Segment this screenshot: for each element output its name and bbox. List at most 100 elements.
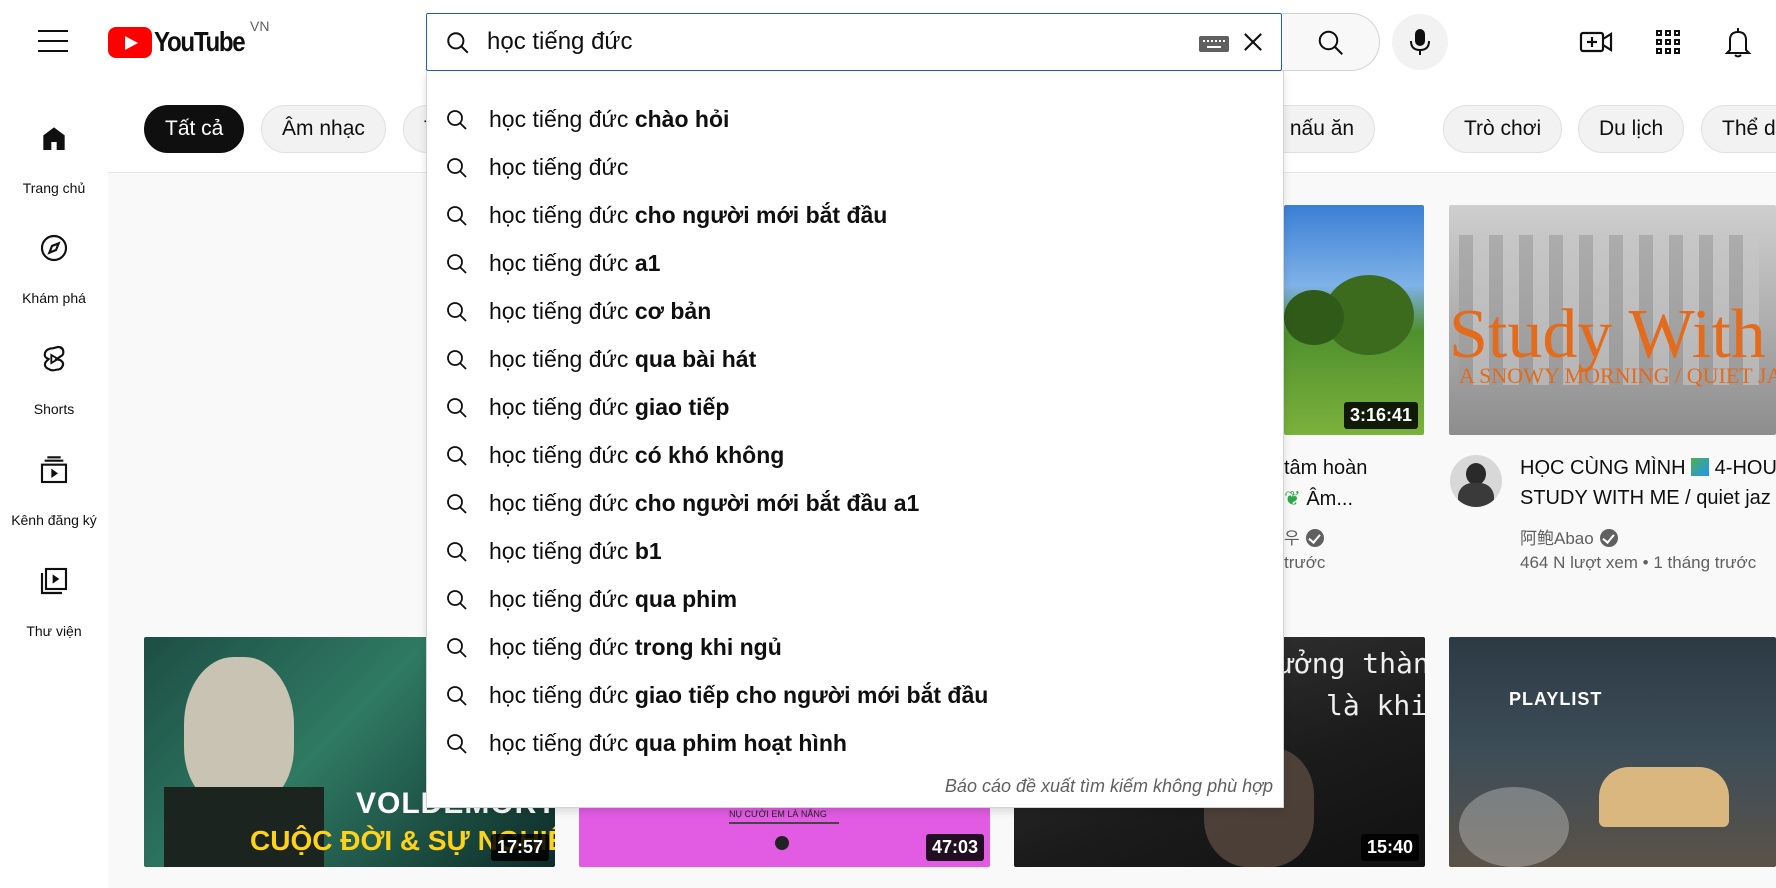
report-suggestions-link[interactable]: Báo cáo đề xuất tìm kiếm không phù hợp: [945, 776, 1273, 797]
suggestion-prefix: học tiếng đức: [489, 298, 629, 324]
suggestion-text: học tiếng đức a1: [489, 250, 660, 277]
chip-all[interactable]: Tất cả: [144, 105, 245, 153]
video-title[interactable]: ❦ Âm...: [1284, 484, 1424, 514]
leaf-icon: ❦: [1284, 488, 1307, 510]
region-code: VN: [250, 18, 270, 34]
suggestion-completion: qua phim hoạt hình: [628, 730, 847, 756]
search-icon: [447, 206, 467, 226]
video-meta: trước: [1284, 553, 1326, 572]
suggestion-item[interactable]: học tiếng đức qua bài hát: [427, 335, 1283, 383]
chip-travel[interactable]: Du lịch: [1578, 105, 1685, 153]
thumbnail-subtitle: A SNOWY MORNING / QUIET JAZZ: [1459, 363, 1776, 388]
menu-icon[interactable]: [38, 30, 68, 54]
suggestion-item[interactable]: học tiếng đức cho người mới bắt đầu a1: [427, 479, 1283, 527]
notifications-bell-icon[interactable]: [1720, 24, 1756, 60]
suggestion-prefix: học tiếng đức: [489, 154, 629, 180]
search-box[interactable]: [426, 13, 1282, 71]
channel-name[interactable]: 우: [1284, 524, 1324, 549]
library-icon: [40, 567, 68, 595]
channel-avatar[interactable]: [1450, 455, 1502, 507]
video-meta: 464 N lượt xem • 1 tháng trước: [1520, 553, 1757, 572]
suggestion-prefix: học tiếng đức: [489, 586, 629, 612]
video-title[interactable]: tâm hoàn: [1284, 453, 1424, 483]
apps-grid-icon[interactable]: [1650, 24, 1686, 60]
suggestion-text: học tiếng đức chào hỏi: [489, 106, 729, 133]
search-icon: [447, 542, 467, 562]
suggestion-prefix: học tiếng đức: [489, 250, 629, 276]
sidebar-item-label: Kênh đăng ký: [11, 512, 97, 528]
sidebar-item-home[interactable]: Trang chủ: [0, 106, 108, 206]
youtube-play-icon: [108, 26, 152, 58]
create-video-icon[interactable]: [1578, 24, 1614, 60]
suggestion-item[interactable]: học tiếng đức trong khi ngủ: [427, 623, 1283, 671]
channel-name[interactable]: 阿鲍Abao: [1520, 524, 1618, 549]
chip-music[interactable]: Âm nhạc: [261, 105, 386, 153]
suggestion-completion: b1: [628, 538, 662, 564]
suggestion-prefix: học tiếng đức: [489, 634, 629, 660]
video-title-text: Âm...: [1306, 488, 1353, 510]
avatar-body: [1458, 483, 1494, 507]
search-input[interactable]: [487, 22, 1207, 62]
video-title[interactable]: STUDY WITH ME / quiet jaz: [1520, 483, 1776, 513]
sidebar-item-shorts[interactable]: Shorts: [0, 327, 108, 427]
search-button[interactable]: [1282, 13, 1380, 71]
sidebar-item-label: Thư viện: [26, 623, 82, 639]
suggestion-text: học tiếng đức b1: [489, 538, 662, 565]
suggestion-completion: cho người mới bắt đầu a1: [628, 490, 920, 516]
search-icon: [447, 590, 467, 610]
verified-icon: [1305, 529, 1324, 547]
suggestion-completion: trong khi ngủ: [628, 634, 782, 660]
suggestion-completion: qua bài hát: [628, 346, 757, 372]
suggestion-item[interactable]: học tiếng đức giao tiếp: [427, 383, 1283, 431]
suggestion-item[interactable]: học tiếng đức qua phim: [427, 575, 1283, 623]
chip-gaming[interactable]: Trò chơi: [1443, 105, 1563, 153]
suggestion-completion: cho người mới bắt đầu: [628, 202, 888, 228]
suggestion-text: học tiếng đức cho người mới bắt đầu a1: [489, 490, 919, 517]
suggestion-prefix: học tiếng đức: [489, 442, 629, 468]
keyboard-icon[interactable]: [1199, 36, 1229, 52]
suggestion-completion: có khó không: [628, 442, 785, 468]
thumbnail-subtitle: là khi...: [1326, 689, 1425, 722]
suggestion-completion: qua phim: [628, 586, 738, 612]
search-icon: [447, 686, 467, 706]
video-thumbnail[interactable]: PLAYLIST: [1449, 637, 1776, 867]
tree-shape: [1284, 290, 1344, 345]
search-icon: [447, 158, 467, 178]
suggestion-item[interactable]: học tiếng đức: [427, 143, 1283, 191]
suggestion-item[interactable]: học tiếng đức cơ bản: [427, 287, 1283, 335]
play-icon: [775, 836, 789, 850]
video-title[interactable]: HỌC CÙNG MÌNH 4-HOU: [1520, 453, 1776, 483]
sidebar-item-label: Khám phá: [22, 290, 86, 306]
suggestion-item[interactable]: học tiếng đức b1: [427, 527, 1283, 575]
thumbnail-title: PLAYLIST: [1509, 689, 1603, 709]
video-thumbnail[interactable]: 3:16:41: [1284, 205, 1424, 435]
suggestion-item[interactable]: học tiếng đức a1: [427, 239, 1283, 287]
search-icon: [447, 638, 467, 658]
suggestion-completion: giao tiếp: [628, 394, 730, 420]
voice-search-button[interactable]: [1392, 14, 1448, 70]
shorts-icon: [43, 345, 65, 372]
sidebar-item-label: Trang chủ: [22, 180, 86, 196]
video-duration: 15:40: [1360, 834, 1419, 861]
suggestion-item[interactable]: học tiếng đức có khó không: [427, 431, 1283, 479]
suggestion-item[interactable]: học tiếng đức qua phim hoạt hình: [427, 719, 1283, 767]
video-thumbnail[interactable]: Study With A SNOWY MORNING / QUIET JAZZ: [1449, 205, 1776, 435]
suggestion-prefix: học tiếng đức: [489, 202, 629, 228]
search-icon: [447, 32, 469, 54]
subscriptions-icon: [40, 456, 68, 484]
suggestion-item[interactable]: học tiếng đức cho người mới bắt đầu: [427, 191, 1283, 239]
close-icon[interactable]: [1239, 28, 1267, 56]
sidebar-item-library[interactable]: Thư viện: [0, 549, 108, 649]
sidebar-item-explore[interactable]: Khám phá: [0, 216, 108, 316]
suggestion-item[interactable]: học tiếng đức giao tiếp cho người mới bắ…: [427, 671, 1283, 719]
video-duration: 3:16:41: [1343, 402, 1418, 429]
suggestion-item[interactable]: học tiếng đức chào hỏi: [427, 95, 1283, 143]
youtube-logo[interactable]: YouTube: [108, 24, 259, 60]
suggestion-text: học tiếng đức qua bài hát: [489, 346, 756, 373]
sidebar-item-label: Shorts: [33, 401, 75, 417]
suggestion-prefix: học tiếng đức: [489, 490, 629, 516]
suggestion-prefix: học tiếng đức: [489, 682, 629, 708]
sidebar-item-subscriptions[interactable]: Kênh đăng ký: [0, 438, 108, 538]
search-icon: [447, 446, 467, 466]
chip-sports[interactable]: Thể dụ: [1701, 105, 1776, 153]
